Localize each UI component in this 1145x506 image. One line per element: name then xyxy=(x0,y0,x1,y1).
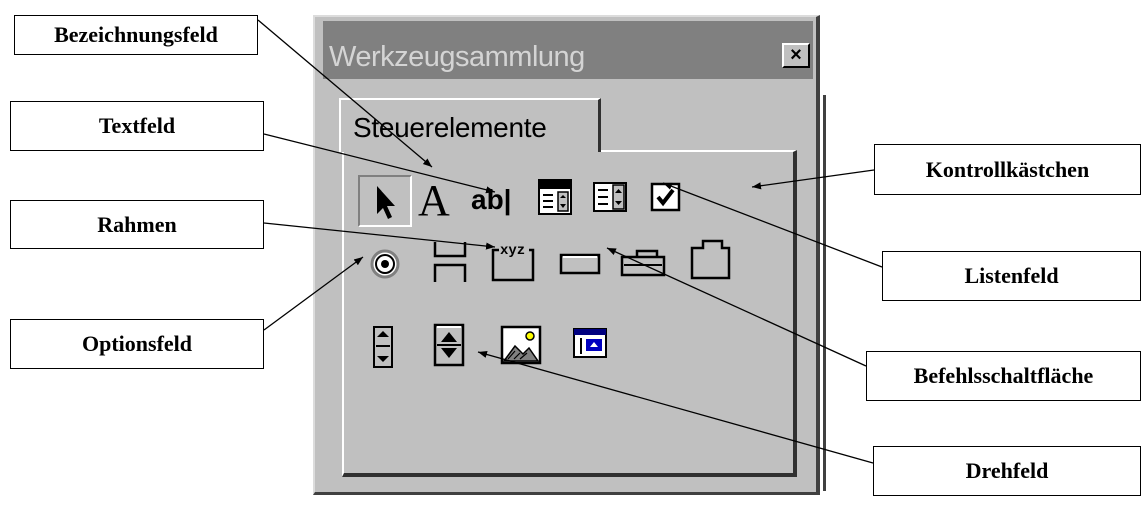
callout-optionsfeld: Optionsfeld xyxy=(10,319,264,369)
scrollbar-tool[interactable] xyxy=(371,324,415,368)
image-icon xyxy=(500,325,542,365)
callout-textfeld: Textfeld xyxy=(10,101,264,151)
frame-xyz-icon: xyz xyxy=(491,243,535,282)
togglebutton-tool[interactable] xyxy=(431,238,475,282)
refedit-icon xyxy=(573,328,607,358)
refedit-tool[interactable] xyxy=(571,326,615,370)
spin-button-icon xyxy=(433,323,465,367)
spinbutton-tool[interactable] xyxy=(432,322,476,367)
label-tool-glyph: A xyxy=(418,176,450,222)
image-tool[interactable] xyxy=(499,324,543,368)
callout-kontrollkaestchen: Kontrollkästchen xyxy=(874,144,1141,195)
label-tool[interactable]: A xyxy=(416,176,464,222)
letter-a-icon: A xyxy=(418,176,450,222)
multipage-icon xyxy=(690,239,731,280)
listbox-icon xyxy=(593,182,627,212)
arrow-pointer-icon xyxy=(377,186,395,219)
frame-tool-glyph: xyz xyxy=(500,243,525,259)
toggle-button-icon xyxy=(433,242,467,282)
callout-bezeichnungsfeld: Bezeichnungsfeld xyxy=(14,15,258,55)
pointer-tool[interactable] xyxy=(358,175,412,227)
combobox-icon xyxy=(538,179,572,215)
callout-befehlsschaltflaeche: Befehlsschaltfläche xyxy=(866,351,1141,401)
checkbox-icon xyxy=(650,182,681,212)
tabstrip-icon xyxy=(620,249,666,277)
textbox-tool-glyph: ab| xyxy=(471,184,512,215)
listbox-tool[interactable] xyxy=(591,180,635,224)
toolbox-window: Werkzeugsammlung × Steuerelemente A ab| xyxy=(313,15,820,495)
callout-rahmen: Rahmen xyxy=(10,200,264,249)
callout-listenfeld: Listenfeld xyxy=(882,251,1141,301)
tab-steuerelemente[interactable]: Steuerelemente xyxy=(339,98,601,152)
frame-tool[interactable]: xyz xyxy=(489,236,539,284)
window-title: Werkzeugsammlung xyxy=(329,41,585,73)
optionbutton-tool[interactable] xyxy=(366,245,410,289)
textbox-tool[interactable]: ab| xyxy=(469,180,523,224)
scrollbar-icon xyxy=(373,326,393,368)
tabstrip-tool[interactable] xyxy=(619,247,666,291)
multipage-tool[interactable] xyxy=(689,238,733,282)
radio-button-icon xyxy=(370,249,400,279)
combobox-tool[interactable] xyxy=(536,177,580,221)
title-bar[interactable]: Werkzeugsammlung × xyxy=(323,21,813,79)
commandbutton-tool[interactable] xyxy=(558,252,602,296)
command-button-icon xyxy=(559,253,601,275)
ab-text-icon: ab| xyxy=(471,184,512,215)
callout-drehfeld: Drehfeld xyxy=(873,446,1141,496)
window-shadow-edge xyxy=(823,95,826,491)
controls-panel: A ab| xyz xyxy=(342,150,797,477)
close-button[interactable]: × xyxy=(782,43,810,68)
checkbox-tool[interactable] xyxy=(648,180,692,224)
